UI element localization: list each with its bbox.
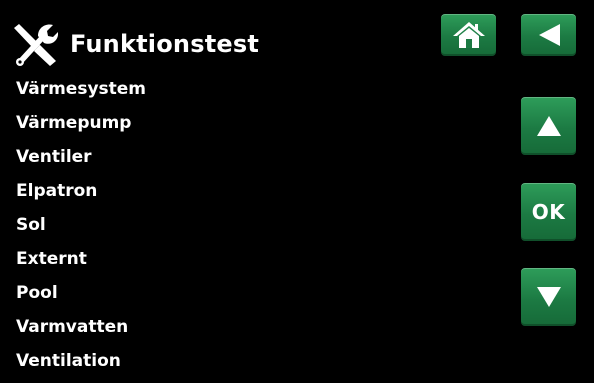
menu-item-pool[interactable]: Pool — [16, 276, 146, 310]
ok-button-label: OK — [531, 200, 566, 224]
header: Funktionstest — [12, 22, 259, 66]
menu-item-varmesystem[interactable]: Värmesystem — [16, 72, 146, 106]
menu-item-varmvatten[interactable]: Varmvatten — [16, 310, 146, 344]
back-arrow-icon — [538, 24, 560, 46]
function-test-menu: Värmesystem Värmepump Ventiler Elpatron … — [16, 72, 146, 378]
scroll-down-button[interactable] — [521, 268, 576, 326]
ok-button[interactable]: OK — [521, 183, 576, 241]
arrow-up-icon — [536, 116, 561, 136]
menu-item-ventilation[interactable]: Ventilation — [16, 344, 146, 378]
menu-item-externt[interactable]: Externt — [16, 242, 146, 276]
arrow-down-icon — [536, 287, 561, 307]
home-button[interactable] — [441, 14, 496, 56]
back-button[interactable] — [521, 14, 576, 56]
screen: Funktionstest Värmesystem Värmepump Vent… — [0, 0, 594, 383]
tools-icon — [14, 24, 58, 66]
menu-item-varmepump[interactable]: Värmepump — [16, 106, 146, 140]
home-icon — [452, 22, 485, 48]
menu-item-ventiler[interactable]: Ventiler — [16, 140, 146, 174]
menu-item-sol[interactable]: Sol — [16, 208, 146, 242]
menu-item-elpatron[interactable]: Elpatron — [16, 174, 146, 208]
scroll-up-button[interactable] — [521, 97, 576, 155]
page-title: Funktionstest — [70, 30, 259, 58]
